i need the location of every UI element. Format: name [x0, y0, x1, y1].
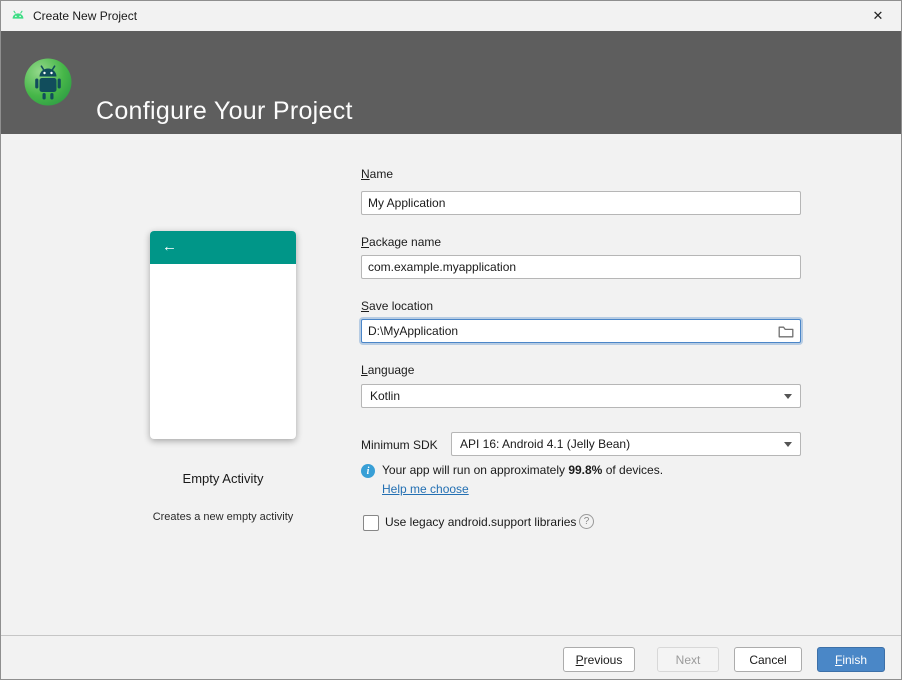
legacy-support-label: Use legacy android.support libraries — [385, 515, 576, 529]
finish-button[interactable]: Finish — [817, 647, 885, 672]
close-icon: ✕ — [873, 8, 884, 23]
close-button[interactable]: ✕ — [855, 1, 901, 30]
previous-button[interactable]: Previous — [563, 647, 635, 672]
minimum-sdk-label: Minimum SDK — [361, 438, 438, 452]
template-description: Creates a new empty activity — [100, 511, 346, 523]
folder-browse-icon[interactable] — [778, 324, 796, 339]
save-location-input[interactable] — [361, 319, 801, 343]
legacy-support-checkbox[interactable] — [363, 515, 379, 531]
minimum-sdk-dropdown[interactable]: API 16: Android 4.1 (Jelly Bean) — [451, 432, 801, 456]
page-title: Configure Your Project — [96, 97, 353, 126]
language-dropdown[interactable]: Kotlin — [361, 384, 801, 408]
sdk-coverage-percent: 99.8% — [568, 463, 602, 477]
template-preview-appbar: ← — [150, 231, 296, 264]
button-bar: Previous Next Cancel Finish — [1, 635, 901, 680]
android-logo-icon — [10, 8, 26, 24]
package-name-input[interactable] — [361, 255, 801, 279]
save-location-label: Save location — [361, 299, 433, 313]
help-icon[interactable]: ? — [579, 514, 594, 529]
name-input[interactable] — [361, 191, 801, 215]
cancel-button[interactable]: Cancel — [734, 647, 802, 672]
help-me-choose-link[interactable]: Help me choose — [382, 482, 469, 496]
back-arrow-icon: ← — [162, 238, 177, 255]
chevron-down-icon — [784, 394, 792, 399]
minimum-sdk-value: API 16: Android 4.1 (Jelly Bean) — [460, 437, 630, 451]
title-bar: Create New Project ✕ — [1, 1, 901, 31]
window-title: Create New Project — [33, 9, 137, 23]
package-name-label: Package name — [361, 235, 441, 249]
sdk-coverage-note: Your app will run on approximately 99.8%… — [382, 463, 663, 477]
info-icon: i — [361, 464, 375, 478]
name-label: Name — [361, 167, 393, 181]
template-name: Empty Activity — [150, 471, 296, 486]
android-studio-logo-icon — [23, 57, 73, 107]
create-new-project-dialog: Create New Project ✕ — [0, 0, 902, 680]
language-value: Kotlin — [370, 389, 400, 403]
chevron-down-icon — [784, 442, 792, 447]
language-label: Language — [361, 363, 414, 377]
next-button: Next — [657, 647, 719, 672]
wizard-header: Configure Your Project — [1, 31, 901, 134]
template-preview: ← — [150, 231, 296, 439]
